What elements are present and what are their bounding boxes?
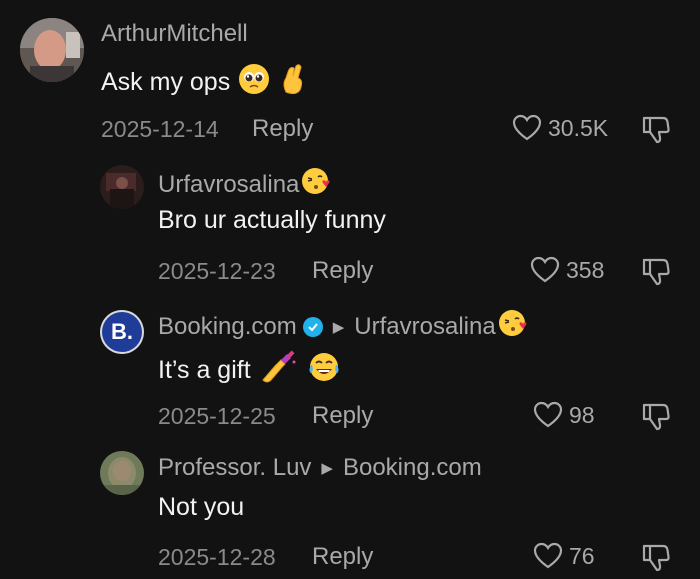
- comment-date: 2025-12-28: [158, 544, 276, 570]
- heart-icon: [533, 401, 563, 428]
- nail-polish-icon: [259, 350, 299, 391]
- avatar[interactable]: [100, 451, 144, 495]
- brand-logo-letter: B.: [111, 319, 133, 344]
- crossed-fingers-icon: [278, 62, 308, 103]
- reply-button[interactable]: Reply: [312, 257, 373, 285]
- comment-text: It’s a gift: [158, 350, 341, 391]
- verified-badge-icon: [302, 316, 323, 337]
- reply-to-username[interactable]: Urfavrosalina: [354, 313, 495, 341]
- thumbs-down-icon: [642, 258, 670, 286]
- reply-arrow-icon: ▶: [321, 460, 333, 477]
- avatar[interactable]: [20, 18, 84, 82]
- dislike-button[interactable]: [640, 113, 672, 150]
- like-count: 30.5K: [548, 114, 609, 141]
- like-count: 76: [569, 542, 595, 569]
- heart-icon: [530, 256, 560, 283]
- comment-text: Not you: [158, 493, 245, 521]
- dislike-button[interactable]: [640, 400, 672, 437]
- pleading-face-icon: [238, 63, 270, 102]
- username-label: Professor. Luv: [158, 454, 312, 481]
- username-label: Booking.com: [158, 312, 297, 340]
- like-count: 98: [569, 401, 595, 428]
- comment-date: 2025-12-25: [158, 403, 276, 429]
- kissing-heart-face-icon: [301, 166, 331, 203]
- comment-text-label: Ask my ops: [101, 68, 231, 96]
- avatar[interactable]: [100, 165, 144, 209]
- avatar[interactable]: B.: [100, 310, 144, 354]
- like-button[interactable]: 358: [530, 256, 604, 284]
- thumbs-down-icon: [642, 403, 670, 431]
- reply-button[interactable]: Reply: [312, 543, 373, 571]
- thumbs-down-icon: [642, 116, 670, 144]
- tears-of-joy-face-icon: [307, 351, 341, 390]
- kissing-heart-face-icon: [498, 308, 528, 345]
- username-label: ArthurMitchell: [101, 20, 248, 47]
- username[interactable]: ArthurMitchell: [101, 20, 248, 48]
- like-button[interactable]: 76: [533, 542, 595, 570]
- comment-text-label: It’s a gift: [158, 356, 251, 384]
- username[interactable]: Urfavrosalina: [158, 166, 331, 203]
- reply-button[interactable]: Reply: [252, 115, 313, 143]
- username[interactable]: Booking.com ▶ Urfavrosalina: [158, 308, 528, 345]
- reply-button[interactable]: Reply: [312, 402, 373, 430]
- comment-text: Ask my ops: [101, 62, 308, 103]
- username[interactable]: Professor. Luv ▶ Booking.com: [158, 454, 482, 482]
- comment-text: Bro ur actually funny: [158, 206, 386, 234]
- comment-date: 2025-12-23: [158, 258, 276, 284]
- heart-icon: [512, 114, 542, 141]
- like-count: 358: [566, 256, 605, 283]
- reply-arrow-icon: ▶: [332, 318, 345, 336]
- heart-icon: [533, 542, 563, 569]
- dislike-button[interactable]: [640, 541, 672, 578]
- like-button[interactable]: 98: [533, 401, 595, 429]
- thumbs-down-icon: [642, 544, 670, 572]
- username-label: Urfavrosalina: [158, 170, 300, 198]
- comment-date: 2025-12-14: [101, 116, 219, 142]
- dislike-button[interactable]: [640, 255, 672, 292]
- reply-to-username[interactable]: Booking.com: [343, 454, 482, 482]
- like-button[interactable]: 30.5K: [512, 114, 608, 142]
